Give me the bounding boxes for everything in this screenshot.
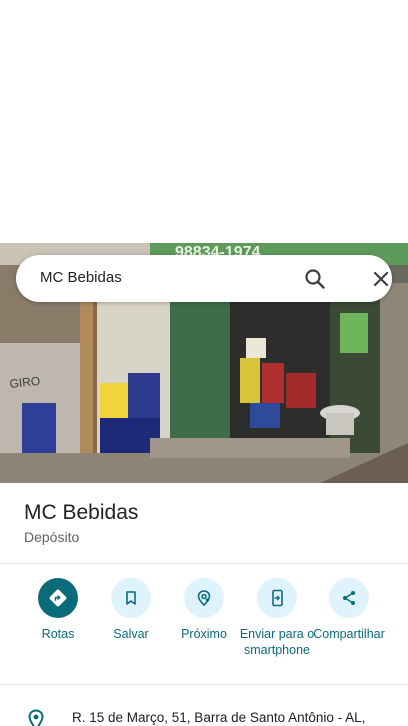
nearby-button[interactable]: Próximo (164, 578, 244, 642)
search-bar[interactable]: MC Bebidas (16, 255, 392, 302)
place-category: Depósito (24, 529, 80, 545)
send-to-phone-button[interactable]: Enviar para o smartphone (237, 578, 317, 658)
search-icon[interactable] (302, 266, 328, 292)
close-icon[interactable] (368, 266, 394, 292)
bookmark-icon (111, 578, 151, 618)
place-title: MC Bebidas (24, 501, 139, 524)
address-row[interactable]: R. 15 de Março, 51, Barra de Santo Antôn… (0, 685, 408, 726)
location-pin-icon (27, 709, 45, 726)
save-button[interactable]: Salvar (91, 578, 171, 642)
directions-label: Rotas (41, 627, 75, 641)
nearby-label: Próximo (181, 627, 227, 641)
address-text: R. 15 de Março, 51, Barra de Santo Antôn… (72, 710, 366, 725)
share-icon (329, 578, 369, 618)
directions-button[interactable]: Rotas (18, 578, 98, 642)
share-label: Compartilhar (313, 627, 385, 641)
search-input[interactable]: MC Bebidas (40, 269, 122, 286)
directions-icon (38, 578, 78, 618)
map-blank-area (0, 0, 408, 243)
action-bar: Rotas Salvar Próximo Enviar para o smart… (0, 578, 408, 678)
send-to-phone-icon (257, 578, 297, 618)
nearby-icon (184, 578, 224, 618)
save-label: Salvar (113, 627, 149, 641)
divider (0, 563, 408, 564)
send-to-phone-label: Enviar para o smartphone (239, 627, 315, 657)
share-button[interactable]: Compartilhar (309, 578, 389, 642)
